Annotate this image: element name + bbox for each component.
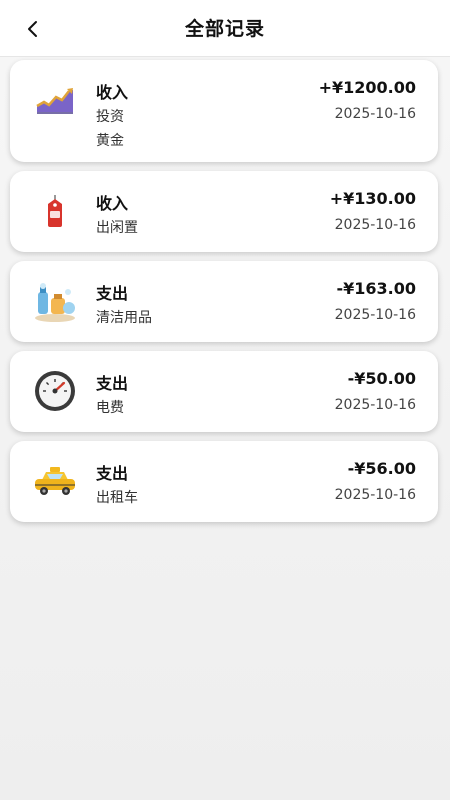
record-category: 电费 <box>96 400 124 416</box>
record-category: 清洁用品 <box>96 310 152 326</box>
record-date: 2025-10-16 <box>334 106 416 122</box>
growth-chart-icon <box>32 78 78 124</box>
price-tag-icon <box>32 188 78 234</box>
record-date: 2025-10-16 <box>334 397 416 413</box>
record-date: 2025-10-16 <box>334 487 416 503</box>
record-card-taxi[interactable]: 支出 出租车 -¥56.00 2025-10-16 <box>10 441 438 522</box>
record-type: 收入 <box>96 194 129 213</box>
taxi-icon <box>32 458 78 504</box>
record-amount: -¥163.00 <box>336 279 416 298</box>
electric-meter-icon <box>32 368 78 414</box>
page-title: 全部记录 <box>184 18 265 40</box>
record-card-cleaning[interactable]: 支出 清洁用品 -¥163.00 2025-10-16 <box>10 261 438 342</box>
record-category: 出闲置 <box>96 220 138 236</box>
record-type: 支出 <box>96 464 129 483</box>
cleaning-supplies-icon <box>32 278 78 324</box>
record-type: 支出 <box>96 374 129 393</box>
record-amount: +¥130.00 <box>329 189 416 208</box>
record-category: 投资 <box>96 109 124 125</box>
record-date: 2025-10-16 <box>334 307 416 323</box>
record-amount: -¥56.00 <box>347 459 416 478</box>
record-category: 出租车 <box>96 490 138 506</box>
record-card-electricity[interactable]: 支出 电费 -¥50.00 2025-10-16 <box>10 351 438 432</box>
record-type: 收入 <box>96 83 129 102</box>
record-type: 支出 <box>96 284 129 303</box>
app-header: 全部记录 <box>0 0 450 57</box>
record-amount: +¥1200.00 <box>318 78 416 97</box>
record-card-secondhand[interactable]: 收入 出闲置 +¥130.00 2025-10-16 <box>10 171 438 252</box>
record-date: 2025-10-16 <box>334 217 416 233</box>
record-note: 黄金 <box>96 133 124 149</box>
records-list: 收入 投资 黄金 +¥1200.00 2025-10-16 收入 出闲置 +¥1… <box>10 60 438 531</box>
record-card-investment[interactable]: 收入 投资 黄金 +¥1200.00 2025-10-16 <box>10 60 438 162</box>
record-amount: -¥50.00 <box>347 369 416 388</box>
